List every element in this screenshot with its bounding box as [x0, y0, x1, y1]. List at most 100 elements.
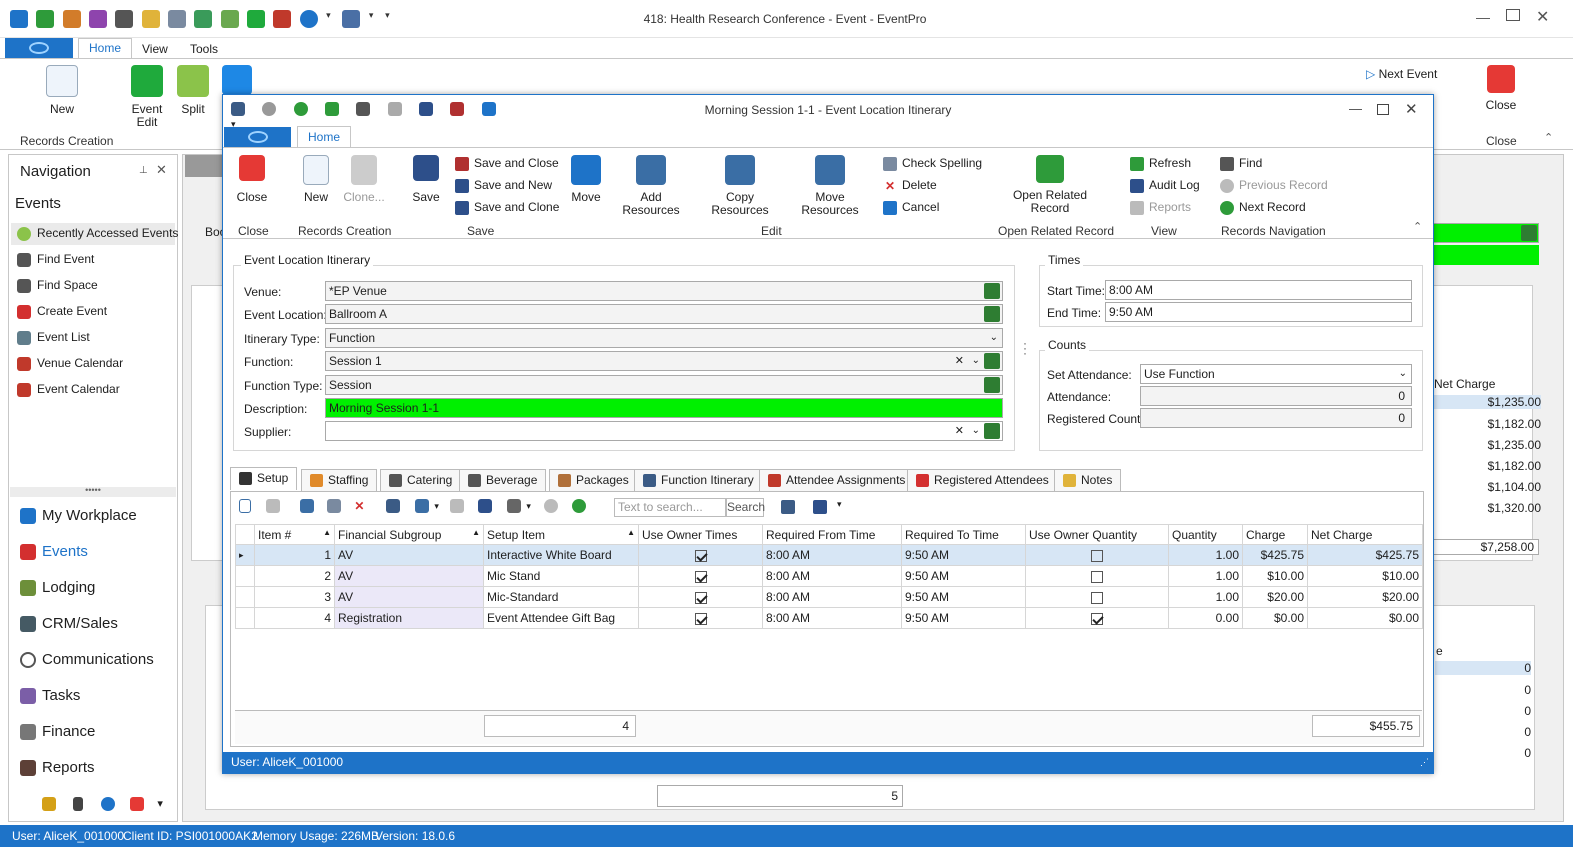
checklist-icon[interactable] [89, 10, 108, 28]
col-owner-qty-header[interactable]: Use Owner Quantity [1025, 524, 1169, 545]
registered-count-field[interactable]: 0 [1140, 408, 1412, 428]
cell-owner-times[interactable] [638, 544, 763, 566]
cell-owner-qty[interactable] [1025, 607, 1169, 629]
collapse-ribbon-icon[interactable]: ⌃ [1544, 131, 1553, 144]
checkbox[interactable] [694, 549, 707, 562]
database-icon[interactable] [42, 796, 56, 811]
cell-setup[interactable]: Mic Stand [483, 565, 639, 587]
forward-icon[interactable] [293, 101, 308, 116]
cell-item[interactable]: 4 [254, 607, 335, 629]
cell-subgroup[interactable]: AV [334, 544, 484, 566]
dialog-minimize-button[interactable]: — [1349, 101, 1362, 116]
event-edit-button[interactable]: Event Edit [128, 65, 166, 129]
main-tab-view[interactable]: View [132, 40, 178, 58]
lookup-icon[interactable] [984, 377, 1000, 393]
tab-catering[interactable]: Catering [380, 469, 462, 492]
delete-button[interactable]: ✕ Delete [883, 176, 937, 194]
split-button[interactable]: Split [175, 65, 211, 116]
cell-net[interactable]: $10.00 [1307, 565, 1423, 587]
col-from-header[interactable]: Required From Time [762, 524, 902, 545]
edit-icon[interactable] [299, 498, 314, 513]
main-tab-home[interactable]: Home [78, 38, 133, 59]
lookup-icon[interactable] [984, 353, 1000, 369]
filter-icon[interactable] [506, 498, 521, 513]
add-resources-button[interactable]: Add Resources [613, 155, 689, 217]
nav-create-event[interactable]: Create Event [17, 301, 107, 321]
dialog-close-window-button[interactable]: ✕ [1405, 100, 1418, 118]
col-setup-item-header[interactable]: Setup Item ▲ [483, 524, 639, 545]
function-type-field[interactable]: Session [325, 375, 1003, 395]
chevron-down-icon[interactable]: ⌄ [1399, 365, 1407, 383]
main-tab-tools[interactable]: Tools [180, 40, 228, 58]
module-communications[interactable]: Communications [20, 648, 154, 672]
cell-indicator[interactable] [235, 565, 255, 587]
maximize-button[interactable] [1506, 9, 1520, 21]
cell-to[interactable]: 9:50 AM [901, 607, 1026, 629]
cell-indicator[interactable]: ▸ [235, 544, 255, 566]
lock-icon[interactable] [450, 498, 465, 513]
delete-x-icon[interactable]: ✕ [354, 499, 368, 513]
end-time-field[interactable]: 9:50 AM [1105, 302, 1412, 322]
chevron-down-icon[interactable]: ▾ [837, 499, 842, 510]
nav-find-event[interactable]: Find Event [17, 249, 94, 269]
panel-splitter-icon[interactable]: · · · [1023, 337, 1027, 359]
cell-setup[interactable]: Mic-Standard [483, 586, 639, 608]
clear-icon[interactable]: ✕ [955, 352, 964, 370]
checkbox[interactable] [1091, 612, 1103, 625]
supplier-field[interactable]: ✕ ⌄ [325, 421, 1003, 441]
folder-icon[interactable] [220, 10, 239, 28]
cell-from[interactable]: 8:00 AM [762, 607, 902, 629]
cell-qty[interactable]: 1.00 [1168, 586, 1243, 608]
save-and-clone-button[interactable]: Save and Clone [455, 198, 559, 216]
tab-function-itinerary[interactable]: Function Itinerary [634, 469, 763, 492]
save-close-icon[interactable] [450, 101, 465, 116]
undo-icon[interactable] [481, 101, 496, 116]
calculator-icon[interactable] [168, 10, 187, 28]
module-finance[interactable]: Finance [20, 720, 95, 744]
dialog-new-button[interactable]: New [299, 155, 333, 204]
cell-to[interactable]: 9:50 AM [901, 544, 1026, 566]
next-record-button[interactable]: Next Record [1220, 198, 1306, 216]
binoculars-icon[interactable] [356, 101, 371, 116]
cell-owner-qty[interactable] [1025, 586, 1169, 608]
checkbox[interactable] [694, 612, 707, 625]
cell-to[interactable]: 9:50 AM [901, 565, 1026, 587]
cell-subgroup[interactable]: AV [334, 565, 484, 587]
cell-subgroup[interactable]: AV [334, 586, 484, 608]
module-lodging[interactable]: Lodging [20, 576, 95, 600]
col-item-header[interactable]: Item # ▲ [254, 524, 335, 545]
copy-resources-button[interactable]: Copy Resources [699, 155, 781, 217]
cell-from[interactable]: 8:00 AM [762, 544, 902, 566]
cell-from[interactable]: 8:00 AM [762, 586, 902, 608]
clone-button[interactable]: Clone... [339, 155, 389, 204]
cell-net[interactable]: $20.00 [1307, 586, 1423, 608]
chevron-down-icon[interactable]: ▾ [434, 501, 439, 511]
resize-grip-icon[interactable]: ⋰ [1420, 752, 1429, 773]
close-nav-icon[interactable]: ✕ [156, 162, 167, 178]
col-subgroup-header[interactable]: Financial Subgroup ▲ [334, 524, 484, 545]
back-icon[interactable] [10, 10, 28, 28]
module-tasks[interactable]: Tasks [20, 684, 80, 708]
binoculars-icon[interactable] [115, 10, 134, 28]
find-in-grid-icon[interactable] [781, 500, 795, 514]
move-button[interactable]: Move [569, 155, 603, 204]
back-icon[interactable] [544, 498, 559, 513]
save-button[interactable]: Save [409, 155, 443, 204]
checkbox[interactable] [1091, 549, 1103, 562]
cell-setup[interactable]: Event Attendee Gift Bag [483, 607, 639, 629]
chevron-down-icon[interactable]: ⌄ [972, 352, 980, 370]
move-resources-button[interactable]: Move Resources [789, 155, 871, 217]
cell-item[interactable]: 1 [254, 544, 335, 566]
col-to-header[interactable]: Required To Time [901, 524, 1026, 545]
function-field[interactable]: Session 1 ✕ ⌄ [325, 351, 1003, 371]
cell-owner-times[interactable] [638, 565, 763, 587]
cell-net[interactable]: $425.75 [1307, 544, 1423, 566]
cell-qty[interactable]: 1.00 [1168, 544, 1243, 566]
open-related-record-button[interactable]: Open Related Record [1009, 155, 1091, 215]
pin-icon[interactable]: ⊥ [139, 165, 148, 176]
cell-charge[interactable]: $0.00 [1242, 607, 1308, 629]
nav-recently-accessed-events[interactable]: Recently Accessed Events [17, 223, 178, 243]
cancel-button[interactable]: Cancel [883, 198, 939, 216]
sort-arrows-icon[interactable] [73, 796, 84, 811]
col-quantity-header[interactable]: Quantity [1168, 524, 1243, 545]
